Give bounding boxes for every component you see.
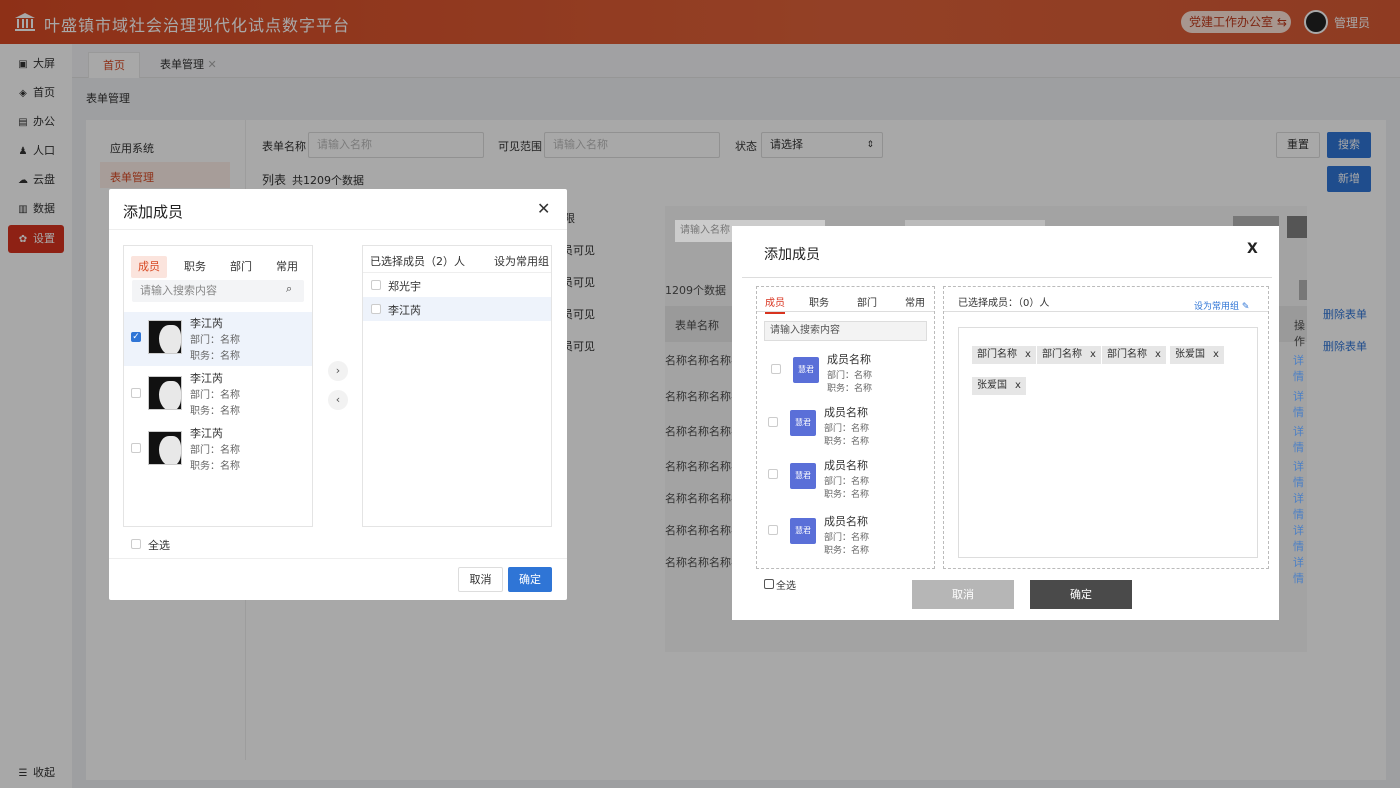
selected-tag[interactable]: 张爱国 x <box>1170 346 1224 364</box>
selected-member: 李江芮 <box>388 304 421 317</box>
member-role: 职务：名称 <box>824 437 870 447</box>
set-group-link[interactable]: 设为常用组 <box>494 253 549 269</box>
add-member-dialog-1: 添加成员 ✕ 成员 职务 部门 常用 请输入搜索内容 ⌕ ✓ 李江芮 部门：名称… <box>109 189 567 600</box>
frame-col-form-name: 表单名称 <box>675 319 719 332</box>
member-avatar: 慧君 <box>790 410 816 436</box>
selected-panel: 已选择成员（2）人 设为常用组 郑光宇 李江芮 <box>362 245 552 527</box>
member-dept: 部门：名称 <box>190 445 240 456</box>
add-member-dialog-2: 添加成员 X 成员 职务 部门 常用 请输入搜索内容 慧君 成员名称 部门：名称… <box>732 226 1279 620</box>
member-checkbox[interactable] <box>768 525 778 535</box>
selected-tags-area: 部门名称 x 部门名称 x 部门名称 x 张爱国 x 张爱国 x <box>958 327 1258 558</box>
member-name: 李江芮 <box>190 427 223 440</box>
selected-tag[interactable]: 部门名称 x <box>972 346 1036 364</box>
selected-tag[interactable]: 部门名称 x <box>1102 346 1166 364</box>
select-all-label: 全选 <box>148 539 170 552</box>
move-right-button[interactable]: › <box>328 361 348 381</box>
member-checkbox[interactable] <box>771 364 781 374</box>
cancel-button[interactable]: 取消 <box>912 580 1014 609</box>
tab-frequent[interactable]: 常用 <box>905 294 925 309</box>
detail-link: 详情 <box>1293 354 1304 383</box>
selected-panel: 已选择成员：（0）人 设为常用组 ✎ 部门名称 x 部门名称 x 部门名称 x 张爱国… <box>943 286 1269 569</box>
member-name: 成员名称 <box>824 515 868 528</box>
member-picker: 成员 职务 部门 常用 请输入搜索内容 慧君 成员名称 部门：名称 职务：名称 … <box>756 286 935 569</box>
member-photo <box>148 320 182 354</box>
detail-link: 详情 <box>1293 460 1304 489</box>
cancel-button[interactable]: 取消 <box>458 567 503 592</box>
member-checkbox[interactable] <box>768 469 778 479</box>
member-role: 职务：名称 <box>190 351 240 362</box>
tab-frequent[interactable]: 常用 <box>269 256 305 278</box>
select-all-label: 全选 <box>776 581 796 592</box>
member-checkbox[interactable]: ✓ <box>131 332 141 342</box>
close-icon[interactable]: x <box>1090 349 1096 360</box>
select-all-checkbox[interactable] <box>131 539 141 549</box>
member-role: 职务：名称 <box>190 406 240 417</box>
member-dept: 部门：名称 <box>824 477 870 487</box>
member-dept: 部门：名称 <box>827 371 873 381</box>
member-role: 职务：名称 <box>824 490 870 500</box>
member-avatar: 慧君 <box>790 518 816 544</box>
search-icon[interactable]: ⌕ <box>286 282 292 296</box>
tab-departments[interactable]: 部门 <box>223 256 259 278</box>
member-photo <box>148 376 182 410</box>
member-dept: 部门：名称 <box>190 335 240 346</box>
member-role: 职务：名称 <box>190 461 240 472</box>
selected-checkbox[interactable] <box>371 280 381 290</box>
detail-link: 详情 <box>1293 390 1304 419</box>
tab-members[interactable]: 成员 <box>131 256 167 278</box>
detail-link: 详情 <box>1293 425 1304 454</box>
confirm-button[interactable]: 确定 <box>1030 580 1132 609</box>
member-photo <box>148 431 182 465</box>
dialog-title: 添加成员 <box>764 247 820 263</box>
member-name: 成员名称 <box>827 353 871 366</box>
member-checkbox[interactable] <box>131 388 141 398</box>
member-avatar: 慧君 <box>790 463 816 489</box>
member-picker: 成员 职务 部门 常用 请输入搜索内容 ⌕ ✓ 李江芮 部门：名称 职务：名称 … <box>123 245 313 527</box>
member-checkbox[interactable] <box>768 417 778 427</box>
selected-title: 已选择成员：（0）人 <box>958 298 1050 309</box>
search-input[interactable]: 请输入搜索内容 <box>764 321 927 341</box>
close-icon[interactable]: x <box>1015 380 1021 391</box>
select-all-checkbox[interactable] <box>764 579 774 589</box>
detail-link: 详情 <box>1293 556 1304 585</box>
member-dept: 部门：名称 <box>824 533 870 543</box>
member-name: 李江芮 <box>190 317 223 330</box>
confirm-button[interactable]: 确定 <box>508 567 552 592</box>
frame-col-ops: 操作 <box>1294 319 1305 348</box>
move-left-button[interactable]: ‹ <box>328 390 348 410</box>
selected-member: 郑光宇 <box>388 280 421 293</box>
member-dept: 部门：名称 <box>190 390 240 401</box>
member-checkbox[interactable] <box>131 443 141 453</box>
selected-tag[interactable]: 张爱国 x <box>972 377 1026 395</box>
dialog-title: 添加成员 <box>123 203 184 221</box>
member-role: 职务：名称 <box>827 384 873 394</box>
selected-tag[interactable]: 部门名称 x <box>1037 346 1101 364</box>
close-icon[interactable]: X <box>1247 241 1258 257</box>
search-input[interactable]: 请输入搜索内容 <box>132 280 304 302</box>
close-icon[interactable]: x <box>1213 349 1219 360</box>
member-name: 成员名称 <box>824 459 868 472</box>
member-name: 成员名称 <box>824 406 868 419</box>
close-icon[interactable]: x <box>1155 349 1161 360</box>
frame-count: 1209个数据 <box>665 284 726 297</box>
member-role: 职务：名称 <box>824 546 870 556</box>
member-dept: 部门：名称 <box>824 424 870 434</box>
close-icon[interactable]: ✕ <box>537 199 550 218</box>
tab-positions[interactable]: 职务 <box>809 294 829 309</box>
member-avatar: 慧君 <box>793 357 819 383</box>
tab-departments[interactable]: 部门 <box>857 294 877 309</box>
selected-checkbox[interactable] <box>371 304 381 314</box>
tab-positions[interactable]: 职务 <box>177 256 213 278</box>
member-name: 李江芮 <box>190 372 223 385</box>
detail-link: 详情 <box>1293 524 1304 553</box>
close-icon[interactable]: x <box>1025 349 1031 360</box>
selected-title: 已选择成员（2）人 <box>370 255 465 268</box>
detail-link: 详情 <box>1293 492 1304 521</box>
